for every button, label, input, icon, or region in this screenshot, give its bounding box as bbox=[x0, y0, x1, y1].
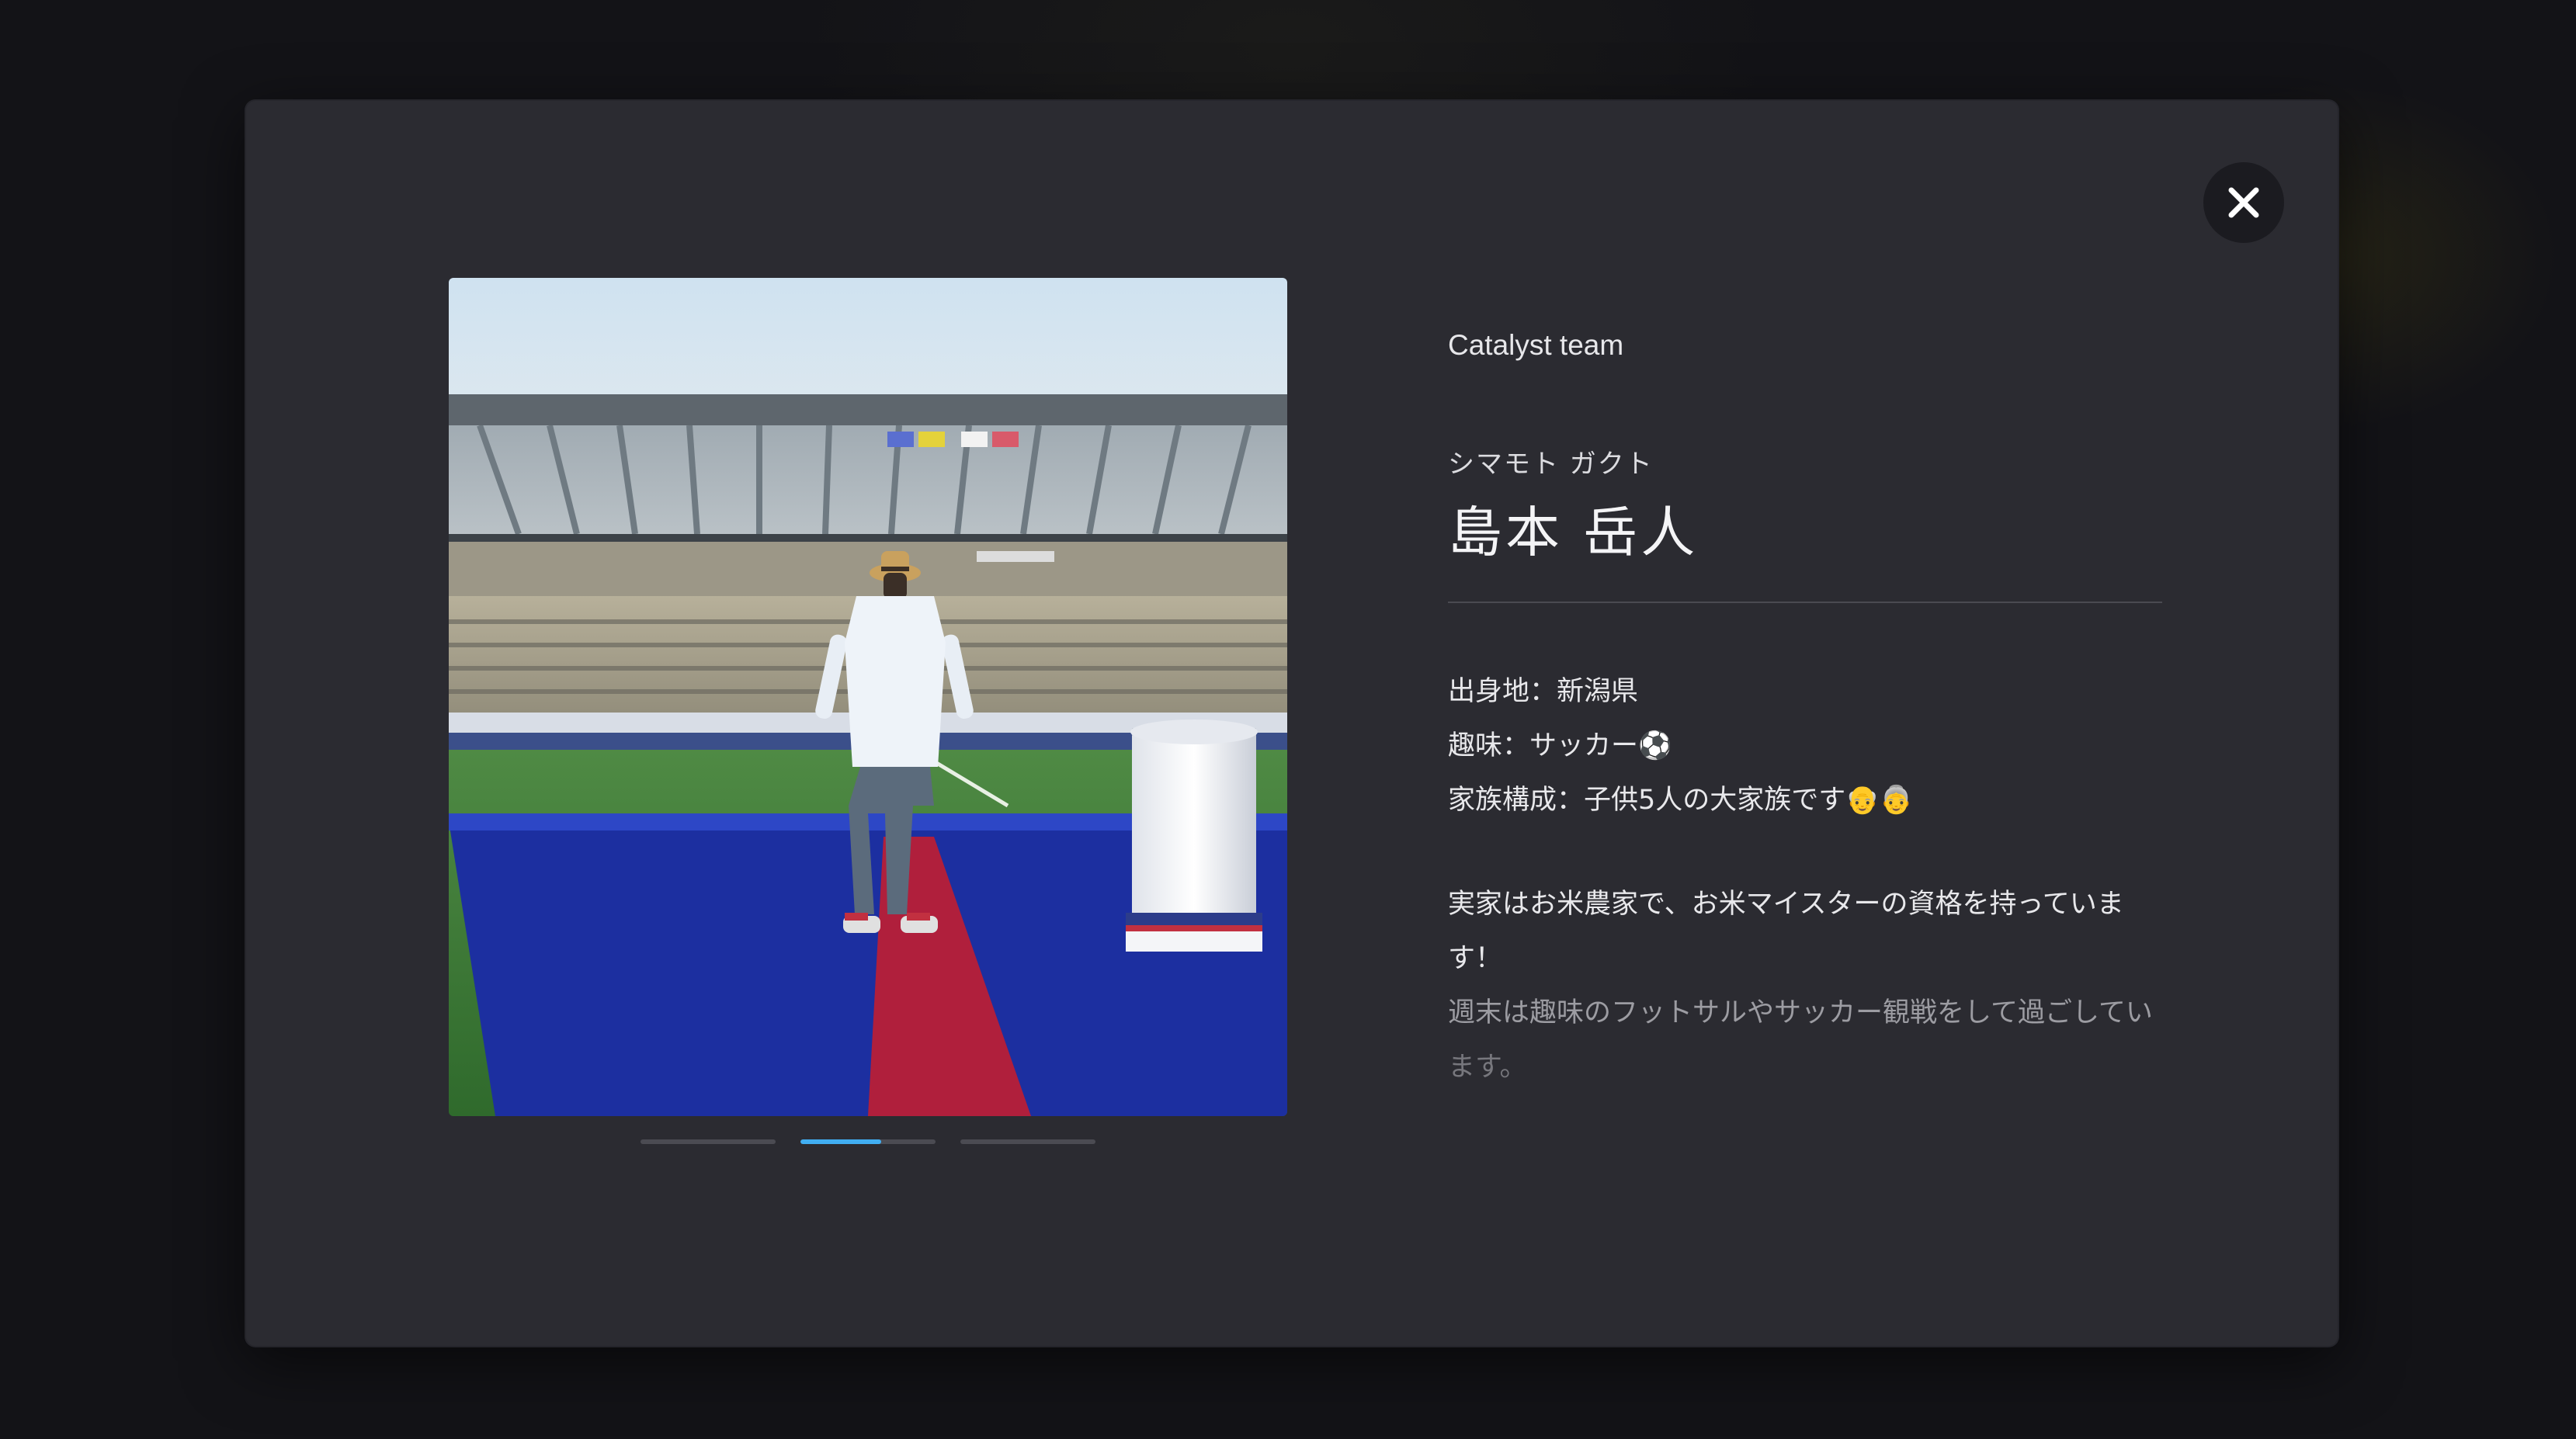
carousel-indicators bbox=[641, 1139, 1095, 1147]
fact-hometown: 出身地：新潟県 bbox=[1448, 676, 1639, 707]
carousel-dot-1[interactable] bbox=[641, 1139, 776, 1144]
divider bbox=[1448, 602, 2162, 603]
carousel-dot-2[interactable] bbox=[800, 1139, 936, 1144]
profile-photo bbox=[449, 278, 1287, 1116]
carousel-dot-fill bbox=[800, 1139, 882, 1144]
profile-bio: 実家はお米農家で、お米マイスターの資格を持っていま す！ 週末は趣味のフットサル… bbox=[1448, 877, 2162, 1094]
close-button[interactable] bbox=[2203, 162, 2284, 243]
close-icon bbox=[2227, 186, 2261, 220]
profile-facts: 出身地：新潟県 趣味：サッカー⚽ 家族構成：子供5人の大家族です👴👵 bbox=[1448, 664, 1913, 827]
fact-hobby: 趣味：サッカー⚽ bbox=[1448, 730, 1672, 761]
carousel-dot-3[interactable] bbox=[960, 1139, 1095, 1144]
profile-name: 島本 岳人 bbox=[1448, 501, 1699, 564]
team-label: Catalyst team bbox=[1448, 329, 1624, 361]
bio-line: 週末は趣味のフットサルやサッカー観戦をして過ごしてい bbox=[1448, 997, 2153, 1028]
bio-line: す！ bbox=[1448, 943, 1503, 974]
fact-family: 家族構成：子供5人の大家族です👴👵 bbox=[1448, 785, 1914, 816]
bio-line: ます。 bbox=[1448, 1052, 1527, 1083]
name-kana: シマモト ガクト bbox=[1448, 449, 1654, 480]
stadium-photo-illustration bbox=[449, 278, 1287, 1116]
profile-modal: Catalyst team シマモト ガクト 島本 岳人 出身地：新潟県 趣味：… bbox=[246, 101, 2338, 1346]
bio-line: 実家はお米農家で、お米マイスターの資格を持っていま bbox=[1448, 889, 2124, 920]
